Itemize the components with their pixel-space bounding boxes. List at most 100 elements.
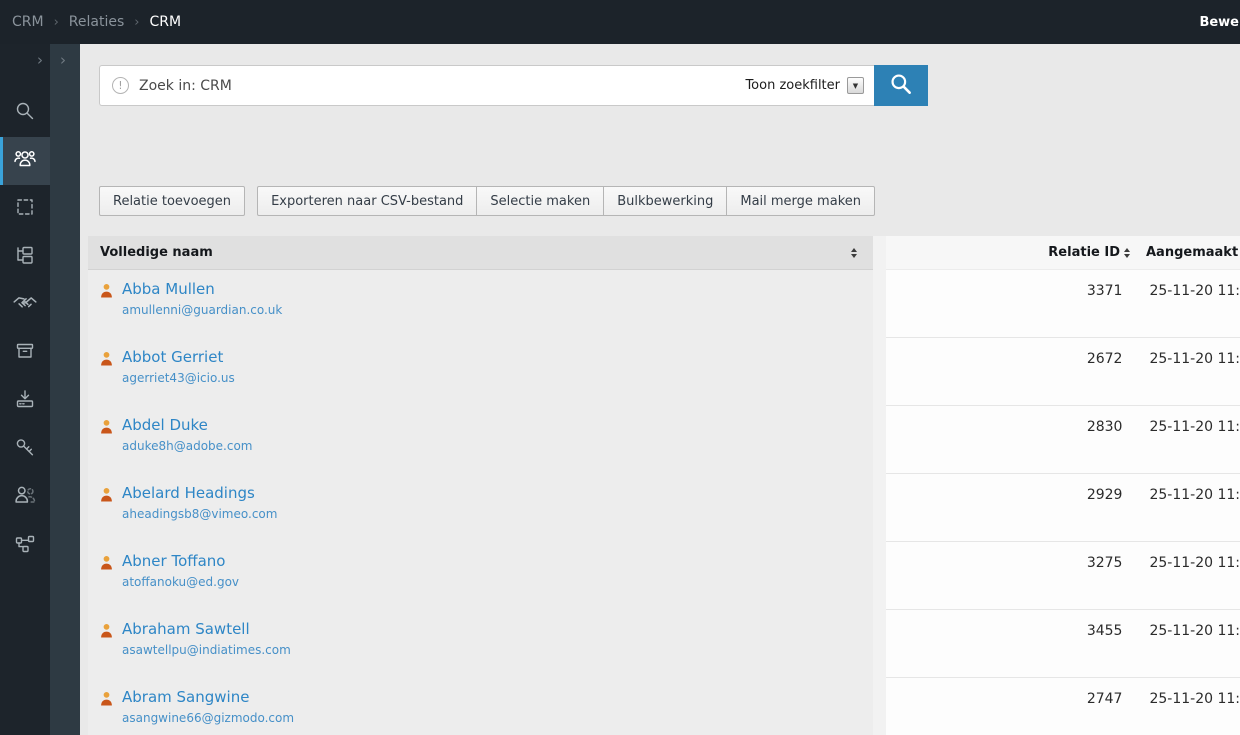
bulk-edit-button[interactable]: Bulkbewerking <box>603 186 727 216</box>
relations-table: Volledige naam Abba Mullen amullenni@gua… <box>88 236 1240 735</box>
contact-info: Abelard Headings aheadingsb8@vimeo.com <box>122 484 277 542</box>
breadcrumb: CRM › Relaties › CRM <box>12 14 181 30</box>
table-row[interactable]: Abner Toffano atoffanoku@ed.gov <box>88 542 873 610</box>
contact-info: Abdel Duke aduke8h@adobe.com <box>122 416 252 474</box>
sidebar-item-import[interactable] <box>0 377 50 425</box>
contact-email-link[interactable]: atoffanoku@ed.gov <box>122 575 239 589</box>
contact-avatar-icon <box>100 487 113 542</box>
make-selection-button[interactable]: Selectie maken <box>476 186 604 216</box>
sidebar-item-workflow[interactable] <box>0 521 50 569</box>
mail-merge-button[interactable]: Mail merge maken <box>726 186 875 216</box>
search-box[interactable]: ! Toon zoekfilter ▼ <box>99 65 874 106</box>
data-columns: Relatie ID Aangemaakt 3371 25-11-20 11: … <box>886 236 1240 735</box>
add-relation-button[interactable]: Relatie toevoegen <box>99 186 245 216</box>
created-date-value: 25-11-20 11: <box>1149 555 1240 609</box>
contact-name-link[interactable]: Abraham Sawtell <box>122 620 291 639</box>
table-row[interactable]: Abraham Sawtell asawtellpu@indiatimes.co… <box>88 610 873 678</box>
contact-info: Abba Mullen amullenni@guardian.co.uk <box>122 280 282 338</box>
column-header-name[interactable]: Volledige naam <box>88 236 873 270</box>
contact-email-link[interactable]: amullenni@guardian.co.uk <box>122 303 282 317</box>
sidebar-item-keys[interactable] <box>0 425 50 473</box>
search-button[interactable] <box>874 65 928 106</box>
table-row-values[interactable]: 3275 25-11-20 11: <box>886 542 1240 610</box>
table-row-values[interactable]: 2929 25-11-20 11: <box>886 474 1240 542</box>
name-column: Volledige naam Abba Mullen amullenni@gua… <box>88 236 873 735</box>
sidebar-item-relation-tree[interactable] <box>0 233 50 281</box>
sidebar-icon-list <box>0 89 50 569</box>
export-csv-button[interactable]: Exporteren naar CSV-bestand <box>257 186 477 216</box>
topbar: CRM › Relaties › CRM Bewe <box>0 0 1240 44</box>
toolbar: Relatie toevoegen Exporteren naar CSV-be… <box>99 186 875 216</box>
sort-icon <box>1124 248 1130 258</box>
search-bar: ! Toon zoekfilter ▼ <box>99 65 928 106</box>
contact-name-link[interactable]: Abba Mullen <box>122 280 282 299</box>
handshake-icon <box>12 290 38 320</box>
archive-box-icon <box>13 339 37 367</box>
contact-avatar-icon <box>100 555 113 610</box>
contact-email-link[interactable]: aduke8h@adobe.com <box>122 439 252 453</box>
toolbar-button-group: Exporteren naar CSV-bestand Selectie mak… <box>257 186 875 216</box>
breadcrumb-current: CRM <box>149 14 181 30</box>
column-divider <box>873 236 886 735</box>
edit-action-button[interactable]: Bewe <box>1199 15 1240 30</box>
sidebar-item-deals[interactable] <box>0 281 50 329</box>
relation-id-value: 2747 <box>886 691 1122 735</box>
sidebar-item-contacts[interactable] <box>0 137 50 185</box>
table-row-values[interactable]: 3371 25-11-20 11: <box>886 270 1240 338</box>
contact-name-link[interactable]: Abelard Headings <box>122 484 277 503</box>
breadcrumb-relaties[interactable]: Relaties <box>69 14 124 30</box>
relation-id-value: 2929 <box>886 487 1122 541</box>
sidebar-item-search[interactable] <box>0 89 50 137</box>
sidebar-item-users[interactable] <box>0 473 50 521</box>
import-icon <box>13 387 37 415</box>
contact-avatar-icon <box>100 283 113 338</box>
search-input[interactable] <box>139 78 735 94</box>
table-row[interactable]: Abram Sangwine asangwine66@gizmodo.com <box>88 678 873 735</box>
table-row[interactable]: Abba Mullen amullenni@guardian.co.uk <box>88 270 873 338</box>
users-icon <box>12 482 38 512</box>
contact-name-link[interactable]: Abbot Gerriet <box>122 348 235 367</box>
contact-name-link[interactable]: Abner Toffano <box>122 552 239 571</box>
info-icon: ! <box>112 77 129 94</box>
contact-name-link[interactable]: Abdel Duke <box>122 416 252 435</box>
created-date-value: 25-11-20 11: <box>1149 419 1240 473</box>
contact-email-link[interactable]: agerriet43@icio.us <box>122 371 235 385</box>
key-icon <box>13 435 37 463</box>
selection-icon <box>13 195 37 223</box>
panel-expand-chevron-icon[interactable]: › <box>60 53 66 68</box>
table-row-values[interactable]: 2672 25-11-20 11: <box>886 338 1240 406</box>
breadcrumb-separator: › <box>134 15 139 30</box>
magnifier-icon <box>888 71 914 100</box>
table-row-values[interactable]: 2747 25-11-20 11: <box>886 678 1240 735</box>
sidebar-item-archive[interactable] <box>0 329 50 377</box>
table-rows-left: Abba Mullen amullenni@guardian.co.uk Abb… <box>88 270 873 735</box>
chevron-down-icon[interactable]: ▼ <box>847 77 864 94</box>
contact-info: Abner Toffano atoffanoku@ed.gov <box>122 552 239 610</box>
contact-email-link[interactable]: aheadingsb8@vimeo.com <box>122 507 277 521</box>
sidebar-item-selection[interactable] <box>0 185 50 233</box>
contact-name-link[interactable]: Abram Sangwine <box>122 688 294 707</box>
created-date-value: 25-11-20 11: <box>1149 691 1240 735</box>
contact-avatar-icon <box>100 351 113 406</box>
contact-email-link[interactable]: asawtellpu@indiatimes.com <box>122 643 291 657</box>
body: › <box>0 44 1240 735</box>
column-header-created[interactable]: Aangemaakt <box>1146 245 1238 260</box>
contact-info: Abbot Gerriet agerriet43@icio.us <box>122 348 235 406</box>
sidebar-expand-chevron-icon[interactable]: › <box>37 53 43 68</box>
table-row[interactable]: Abdel Duke aduke8h@adobe.com <box>88 406 873 474</box>
contacts-group-icon <box>12 146 38 176</box>
breadcrumb-crm[interactable]: CRM <box>12 14 44 30</box>
table-row-values[interactable]: 2830 25-11-20 11: <box>886 406 1240 474</box>
table-row-values[interactable]: 3455 25-11-20 11: <box>886 610 1240 678</box>
column-header-relation-id[interactable]: Relatie ID <box>886 245 1120 260</box>
main-content: ! Toon zoekfilter ▼ Relatie toevoegen Ex… <box>80 44 1240 735</box>
relation-id-value: 3455 <box>886 623 1122 677</box>
toggle-search-filter[interactable]: Toon zoekfilter ▼ <box>745 77 864 94</box>
table-row[interactable]: Abelard Headings aheadingsb8@vimeo.com <box>88 474 873 542</box>
relation-id-value: 2830 <box>886 419 1122 473</box>
column-header-name-label: Volledige naam <box>100 245 213 260</box>
contact-email-link[interactable]: asangwine66@gizmodo.com <box>122 711 294 725</box>
table-row[interactable]: Abbot Gerriet agerriet43@icio.us <box>88 338 873 406</box>
column-headers-right: Relatie ID Aangemaakt <box>886 236 1240 270</box>
sidebar-secondary: › <box>50 44 80 735</box>
